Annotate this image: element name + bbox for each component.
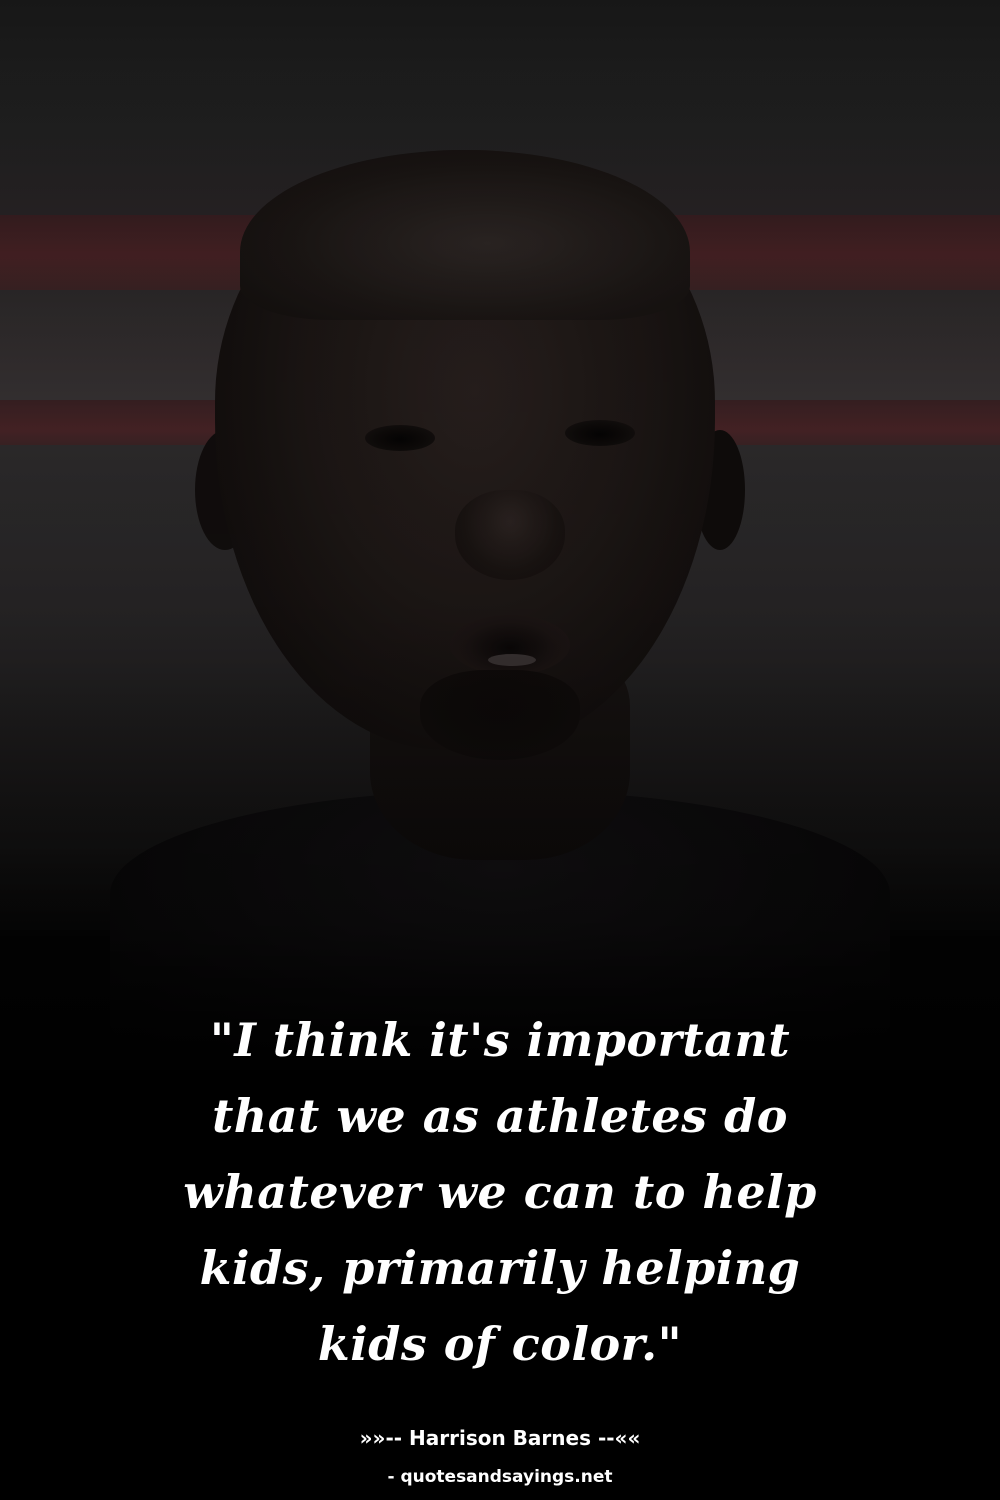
quote-author: »»-- Harrison Barnes --««	[359, 1426, 641, 1450]
source-credit: - quotesandsayings.net	[387, 1467, 613, 1487]
quote-line: whatever we can to help	[183, 1165, 817, 1219]
quote-line: that we as athletes do	[212, 1089, 788, 1143]
quote-line: kids, primarily helping	[199, 1241, 801, 1295]
quote-line: kids of color."	[317, 1317, 683, 1371]
quote-text: "I think it's important that we as athle…	[100, 1002, 900, 1382]
quote-line: "I think it's important	[209, 1013, 791, 1067]
